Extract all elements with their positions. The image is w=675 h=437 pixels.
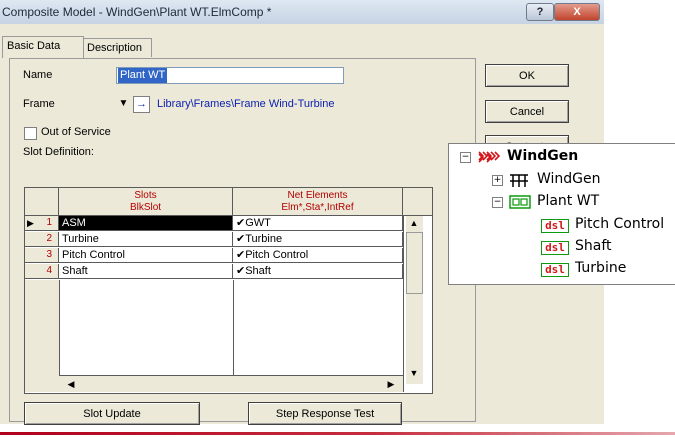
slot-cell[interactable]: Pitch Control [59,248,233,263]
table-row[interactable]: 3 Pitch Control ✔Pitch Control [25,248,403,263]
grid-corner [25,188,59,215]
net-header-line1: Net Elements [287,190,348,201]
expand-icon[interactable]: + [492,175,503,186]
row-number: 2 [25,232,59,247]
vertical-scrollbar[interactable]: ▲ ▼ [406,216,423,384]
ok-button[interactable]: OK [485,64,569,87]
net-element-value: Turbine [245,233,283,245]
slots-header-line2: BlkSlot [129,202,162,213]
scrollbar-thumb[interactable] [406,232,423,294]
name-input[interactable]: Plant WT [116,67,344,84]
row-number: 1 [46,217,52,228]
net-element-cell[interactable]: ✔Turbine [233,232,403,247]
table-row[interactable]: 2 Turbine ✔Turbine [25,232,403,247]
tree-item-label[interactable]: Plant WT [537,193,599,209]
net-element-cell[interactable]: ✔Pitch Control [233,248,403,263]
dsl-icon: dsl [541,241,569,255]
tab-description[interactable]: Description [82,38,152,57]
frame-path[interactable]: Library\Frames\Frame Wind-Turbine [157,98,334,110]
grid-header: Slots BlkSlot Net Elements Elm*,Sta*,Int… [25,188,432,216]
slot-cell[interactable]: Shaft [59,264,233,279]
busbar-icon [510,174,528,187]
composite-model-icon [509,195,531,209]
check-icon: ✔ [236,265,246,277]
dsl-icon: dsl [541,219,569,233]
scroll-right-arrow-icon[interactable]: ▶ [383,377,399,391]
slot-update-button[interactable]: Slot Update [24,402,200,425]
scroll-left-arrow-icon[interactable]: ◀ [63,377,79,391]
accent-rule [0,432,675,435]
name-value: Plant WT [118,68,168,83]
window-titlebar: Composite Model - WindGen\Plant WT.ElmCo… [0,0,604,25]
column-divider [403,216,404,392]
collapse-icon[interactable]: − [460,152,471,163]
grid-header-end [403,188,432,215]
frame-label: Frame [23,98,55,110]
window-title: Composite Model - WindGen\Plant WT.ElmCo… [2,5,272,19]
grid-network-icon [478,151,501,163]
tree-item-label[interactable]: WindGen [537,171,601,187]
scroll-down-arrow-icon[interactable]: ▼ [406,366,422,380]
net-element-cell[interactable]: ✔Shaft [233,264,403,279]
net-element-value: Pitch Control [245,249,309,261]
collapse-icon[interactable]: − [492,197,503,208]
net-elements-column-header[interactable]: Net Elements Elm*,Sta*,IntRef [233,188,403,215]
cancel-button[interactable]: Cancel [485,100,569,123]
project-tree: − WindGen + WindGen − Plant WT dsl Pitch… [448,143,675,285]
out-of-service-label: Out of Service [41,126,111,138]
net-header-line2: Elm*,Sta*,IntRef [281,202,354,213]
name-label: Name [23,69,53,81]
tree-item-label[interactable]: Shaft [575,238,612,254]
check-icon: ✔ [236,233,246,245]
current-row-marker-icon: ▶ [27,218,34,228]
slots-column-header[interactable]: Slots BlkSlot [59,188,233,215]
tab-basic-data[interactable]: Basic Data [2,36,84,58]
horizontal-scrollbar[interactable]: ◀ ▶ [59,375,403,392]
step-response-test-button[interactable]: Step Response Test [248,402,402,425]
slot-cell[interactable]: Turbine [59,232,233,247]
slot-definition-label: Slot Definition: [23,146,94,158]
close-button[interactable]: X [554,3,600,21]
row-number: 3 [25,248,59,263]
row-number: 4 [25,264,59,279]
frame-jump-arrow-icon[interactable]: → [133,96,150,113]
dsl-icon: dsl [541,263,569,277]
row-header-gutter [25,280,60,392]
net-element-value: Shaft [245,265,271,277]
check-icon: ✔ [236,249,246,261]
out-of-service-checkbox[interactable] [24,127,37,140]
tree-root-label[interactable]: WindGen [507,148,578,164]
frame-dropdown-arrow-icon[interactable]: ▼ [116,97,131,111]
table-row[interactable]: ▶ 1 ASM ✔GWT [25,216,403,231]
check-icon: ✔ [236,217,246,229]
scroll-up-arrow-icon[interactable]: ▲ [406,216,422,230]
net-element-cell[interactable]: ✔GWT [233,216,403,231]
slots-header-line1: Slots [134,190,157,201]
slot-cell[interactable]: ASM [59,216,233,231]
table-row[interactable]: 4 Shaft ✔Shaft [25,264,403,279]
tree-item-label[interactable]: Turbine [575,260,626,276]
net-element-value: GWT [245,217,271,229]
tree-item-label[interactable]: Pitch Control [575,216,664,232]
help-button[interactable]: ? [526,3,554,21]
row-number-cell: ▶ 1 [25,216,59,231]
slot-grid: Slots BlkSlot Net Elements Elm*,Sta*,Int… [24,187,433,394]
